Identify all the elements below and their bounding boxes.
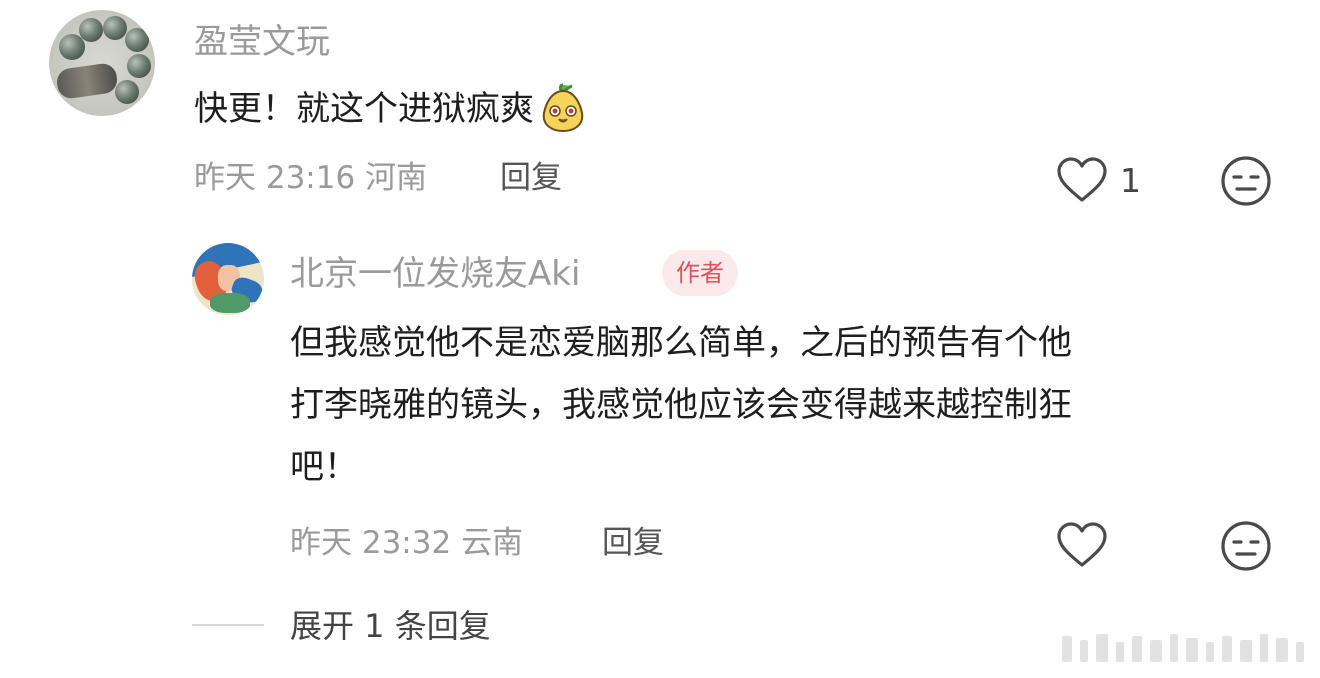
author-avatar[interactable] bbox=[192, 243, 264, 315]
commenter-username[interactable]: 盈莹文玩 bbox=[194, 22, 330, 62]
comment-text: 快更！就这个进狱疯爽 bbox=[194, 78, 588, 140]
reply-text: 但我感觉他不是恋爱脑那么简单，之后的预告有个他 打李晓雅的镜头，我感觉他应该会变… bbox=[290, 312, 1072, 498]
reply-text-line: 吧！ bbox=[290, 447, 358, 487]
author-badge: 作者 bbox=[662, 250, 738, 296]
comment-time: 昨天 23:16 bbox=[194, 160, 356, 196]
comment-location: 河南 bbox=[365, 160, 428, 196]
meh-face-icon bbox=[1221, 156, 1271, 206]
pear-emoji-icon bbox=[538, 81, 588, 133]
reply-text-line: 但我感觉他不是恋爱脑那么简单，之后的预告有个他 bbox=[290, 323, 1072, 363]
comment-dislike-button[interactable] bbox=[1220, 155, 1272, 207]
meh-face-icon bbox=[1221, 521, 1271, 571]
comment-like-count: 1 bbox=[1120, 161, 1141, 200]
reply-location: 云南 bbox=[461, 525, 524, 561]
expand-divider bbox=[192, 624, 264, 626]
watermark bbox=[1058, 630, 1308, 664]
comment-like-button[interactable] bbox=[1056, 156, 1108, 204]
expand-replies-button[interactable]: 展开 1 条回复 bbox=[290, 606, 491, 646]
reply-time: 昨天 23:32 bbox=[290, 525, 452, 561]
commenter-avatar[interactable] bbox=[49, 10, 155, 116]
heart-icon bbox=[1057, 157, 1107, 202]
author-username[interactable]: 北京一位发烧友Aki bbox=[290, 254, 580, 294]
reply-like-button[interactable] bbox=[1056, 521, 1108, 569]
reply-dislike-button[interactable] bbox=[1220, 520, 1272, 572]
reply-text-line: 打李晓雅的镜头，我感觉他应该会变得越来越控制狂 bbox=[290, 385, 1072, 425]
comment-text-content: 快更！就这个进狱疯爽 bbox=[194, 89, 534, 129]
reply-reply-button[interactable]: 回复 bbox=[602, 525, 664, 561]
heart-icon bbox=[1057, 522, 1107, 567]
reply-meta: 昨天 23:32 云南 bbox=[290, 525, 523, 561]
comment-meta: 昨天 23:16 河南 bbox=[194, 160, 427, 196]
comment-reply-button[interactable]: 回复 bbox=[500, 160, 562, 196]
